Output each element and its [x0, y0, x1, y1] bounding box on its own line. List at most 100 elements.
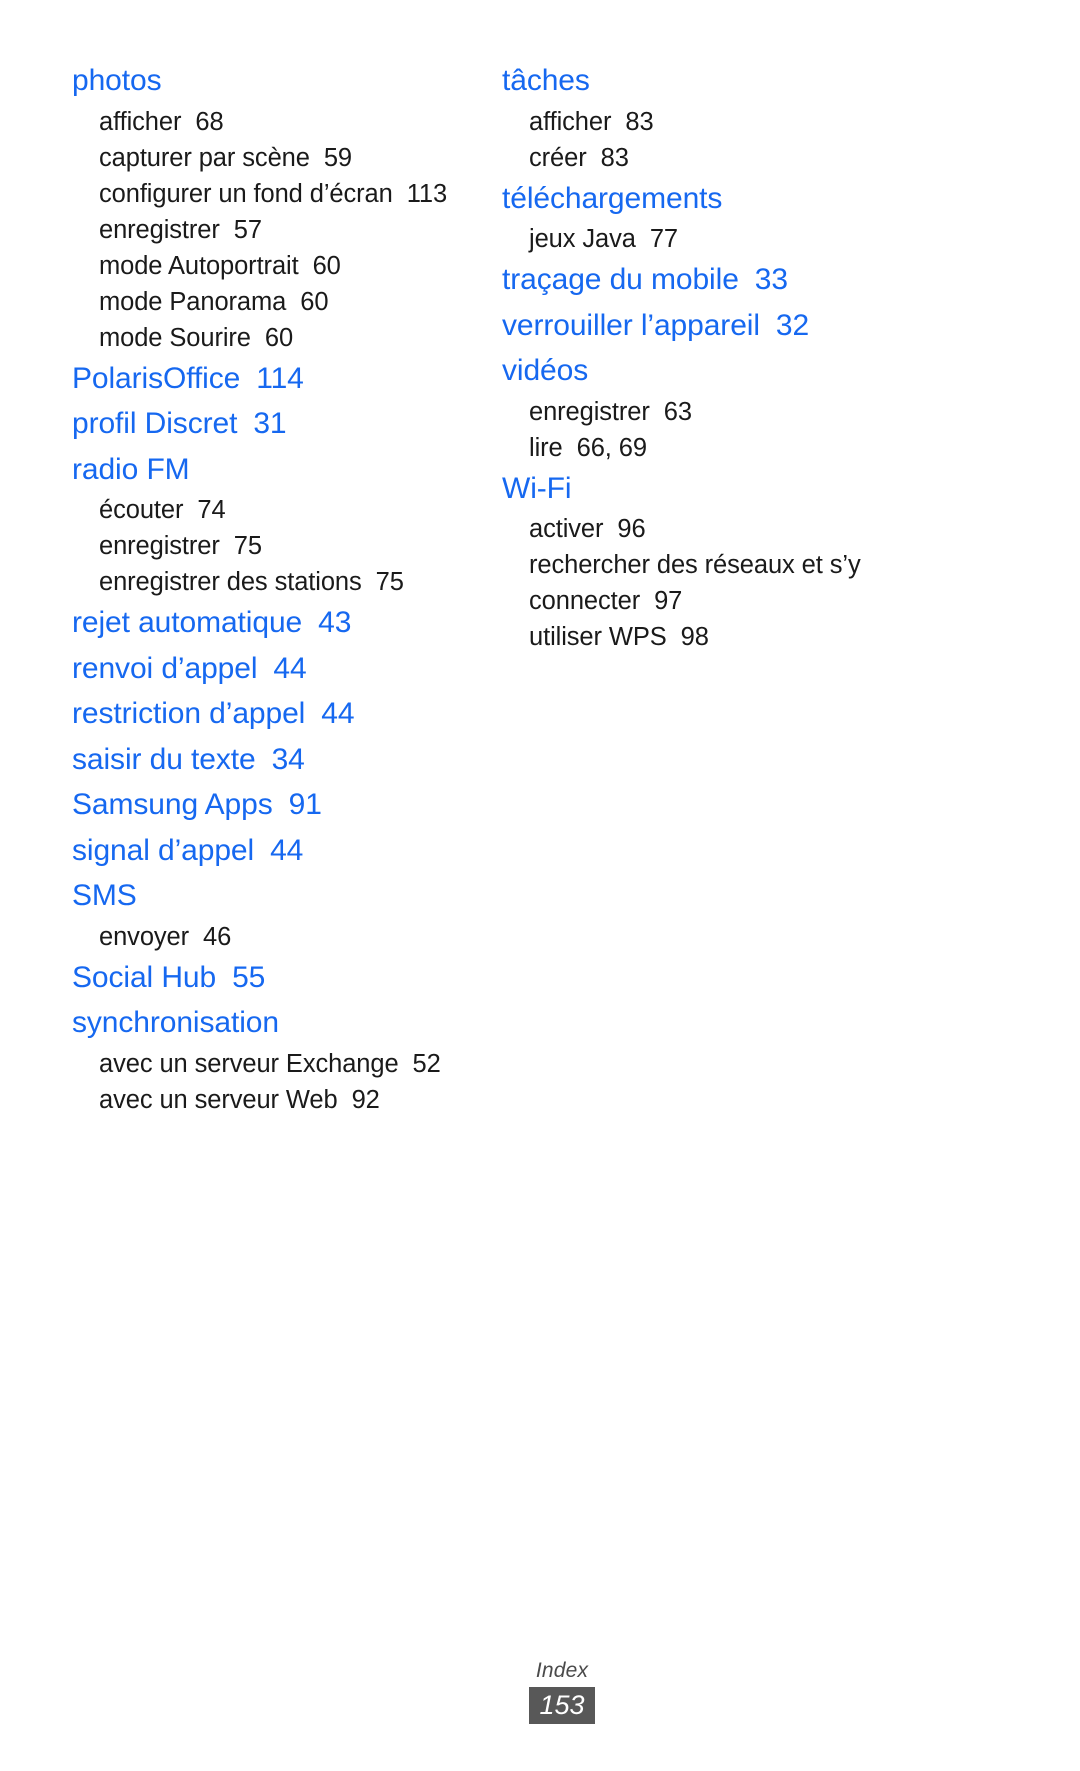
- index-entry-term[interactable]: synchronisation: [72, 1000, 502, 1046]
- index-entry-term[interactable]: photos: [72, 58, 502, 104]
- index-subentry[interactable]: envoyer 46: [72, 919, 502, 955]
- index-subentry[interactable]: configurer un fond d’écran 113: [72, 176, 502, 212]
- index-subentry-label: lire: [529, 433, 563, 462]
- index-entry-term[interactable]: téléchargements: [502, 176, 952, 222]
- index-entry-term[interactable]: SMS: [72, 873, 502, 919]
- index-subentry[interactable]: utiliser WPS 98: [502, 619, 952, 655]
- index-subentry-page-number: 77: [649, 225, 678, 253]
- index-entry-term-label: restriction d’appel: [72, 697, 306, 730]
- index-subentry-list: jeux Java 77: [502, 221, 952, 257]
- index-subentry-label: jeux Java: [529, 225, 636, 253]
- index-page: photos afficher 68 capturer par scène 59 conf…: [0, 0, 1080, 1771]
- index-subentry-list: envoyer 46: [72, 919, 502, 955]
- index-entry: Samsung Apps 91: [72, 782, 502, 828]
- index-subentry[interactable]: enregistrer des stations 75: [72, 564, 502, 600]
- index-entry-term-label: synchronisation: [72, 1006, 279, 1039]
- index-entry-term-label: Social Hub: [72, 960, 217, 994]
- index-subentry-page-number: 97: [654, 587, 683, 615]
- index-subentry[interactable]: jeux Java 77: [502, 221, 952, 257]
- index-entry: Social Hub 55: [72, 955, 502, 1001]
- index-subentry-label: mode Sourire: [99, 323, 251, 352]
- index-entry-term-label: renvoi d’appel: [72, 651, 258, 685]
- index-subentry[interactable]: activer 96: [502, 511, 952, 547]
- index-entry-term-label: radio FM: [72, 452, 190, 486]
- index-subentry-list: afficher 68 capturer par scène 59 configurer…: [72, 104, 502, 356]
- index-subentry[interactable]: capturer par scène 59: [72, 140, 502, 176]
- index-entry: signal d’appel 44: [72, 828, 502, 874]
- index-entry-term[interactable]: signal d’appel 44: [72, 828, 502, 874]
- index-subentry[interactable]: mode Panorama 60: [72, 284, 502, 320]
- index-subentry-page-number: 59: [323, 143, 352, 172]
- index-entry-term-label: SMS: [72, 879, 137, 912]
- index-subentry-label: avec un serveur Exchange: [99, 1049, 399, 1078]
- index-entry-term[interactable]: Samsung Apps 91: [72, 782, 502, 828]
- index-subentry[interactable]: mode Autoportrait 60: [72, 248, 502, 284]
- index-entry-term-label: PolarisOffice: [72, 361, 241, 395]
- index-entry: PolarisOffice 114: [72, 356, 502, 402]
- index-entry-term[interactable]: vidéos: [502, 348, 952, 394]
- index-entry-term[interactable]: rejet automatique 43: [72, 600, 502, 646]
- index-entry: SMS envoyer 46: [72, 873, 502, 955]
- index-entry: photos afficher 68 capturer par scène 59 conf…: [72, 58, 502, 356]
- index-subentry-page-number: 57: [233, 215, 262, 244]
- index-entry-term[interactable]: radio FM: [72, 447, 502, 493]
- index-subentry-page-number: 52: [412, 1049, 441, 1078]
- index-subentry[interactable]: écouter 74: [72, 492, 502, 528]
- index-subentry-label: utiliser WPS: [529, 623, 667, 651]
- index-entry-term[interactable]: verrouiller l’appareil 32: [502, 303, 952, 349]
- index-entry-page-number: 31: [253, 407, 287, 440]
- index-subentry-page-number: 46: [203, 922, 232, 951]
- index-entry-page-number: 44: [273, 651, 307, 685]
- index-entry-page-number: 33: [754, 263, 788, 296]
- index-subentry-page-number: 75: [233, 532, 262, 560]
- index-entry-term[interactable]: Wi-Fi: [502, 466, 952, 512]
- index-entry-term-label: téléchargements: [502, 181, 723, 215]
- index-entry-term[interactable]: profil Discret 31: [72, 401, 502, 447]
- index-subentry[interactable]: mode Sourire 60: [72, 320, 502, 356]
- index-subentry[interactable]: enregistrer 75: [72, 528, 502, 564]
- index-entry-page-number: 44: [321, 697, 355, 730]
- index-subentry-page-number: 92: [351, 1085, 380, 1114]
- index-entry-term[interactable]: traçage du mobile 33: [502, 257, 952, 303]
- index-subentry-label: créer: [529, 143, 587, 172]
- index-subentry[interactable]: afficher 83: [502, 104, 952, 140]
- index-entry-term-label: saisir du texte: [72, 742, 256, 776]
- index-subentry-page-number: 113: [406, 179, 448, 208]
- index-entry-term-label: tâches: [502, 64, 590, 97]
- index-entry-term[interactable]: renvoi d’appel 44: [72, 646, 502, 692]
- index-entry-page-number: 44: [270, 833, 304, 867]
- index-entry: synchronisation avec un serveur Exchange 5…: [72, 1000, 502, 1118]
- index-entry: renvoi d’appel 44: [72, 646, 502, 692]
- index-subentry[interactable]: avec un serveur Web 92: [72, 1082, 502, 1118]
- index-subentry-label: enregistrer des stations: [99, 568, 362, 596]
- index-entry: téléchargements jeux Java 77: [502, 176, 952, 258]
- index-subentry-label: configurer un fond d’écran: [99, 179, 393, 208]
- index-subentry[interactable]: afficher 68: [72, 104, 502, 140]
- index-entry-term-label: traçage du mobile: [502, 263, 739, 296]
- index-subentry[interactable]: enregistrer 57: [72, 212, 502, 248]
- index-entry-term[interactable]: saisir du texte 34: [72, 737, 502, 783]
- index-entry-page-number: 91: [288, 788, 322, 821]
- index-entry-term-label: Samsung Apps: [72, 788, 273, 821]
- index-subentry[interactable]: lire 66, 69: [502, 430, 952, 466]
- index-entry: vidéos enregistrer 63 lire 66, 69: [502, 348, 952, 466]
- index-entry-term[interactable]: Social Hub 55: [72, 955, 502, 1001]
- index-subentry[interactable]: créer 83: [502, 140, 952, 176]
- index-entry-term[interactable]: restriction d’appel 44: [72, 691, 502, 737]
- index-entry-term[interactable]: PolarisOffice 114: [72, 356, 502, 402]
- index-subentry-list: avec un serveur Exchange 52 avec un serveu…: [72, 1046, 502, 1118]
- index-entry-page-number: 34: [271, 742, 305, 776]
- index-subentry[interactable]: avec un serveur Exchange 52: [72, 1046, 502, 1082]
- index-entry: profil Discret 31: [72, 401, 502, 447]
- index-entry: restriction d’appel 44: [72, 691, 502, 737]
- index-entry-term-label: rejet automatique: [72, 606, 303, 639]
- index-subentry[interactable]: rechercher des réseaux et s’y connecter 9…: [502, 547, 952, 619]
- index-entry-page-number: 114: [256, 361, 304, 395]
- index-subentry-list: écouter 74 enregistrer 75 enregistrer des st…: [72, 492, 502, 600]
- index-entry-page-number: 32: [775, 308, 810, 342]
- index-entry: saisir du texte 34: [72, 737, 502, 783]
- index-entry-term-label: signal d’appel: [72, 833, 255, 867]
- index-subentry[interactable]: enregistrer 63: [502, 394, 952, 430]
- index-entry-term[interactable]: tâches: [502, 58, 952, 104]
- index-subentry-label: avec un serveur Web: [99, 1085, 338, 1114]
